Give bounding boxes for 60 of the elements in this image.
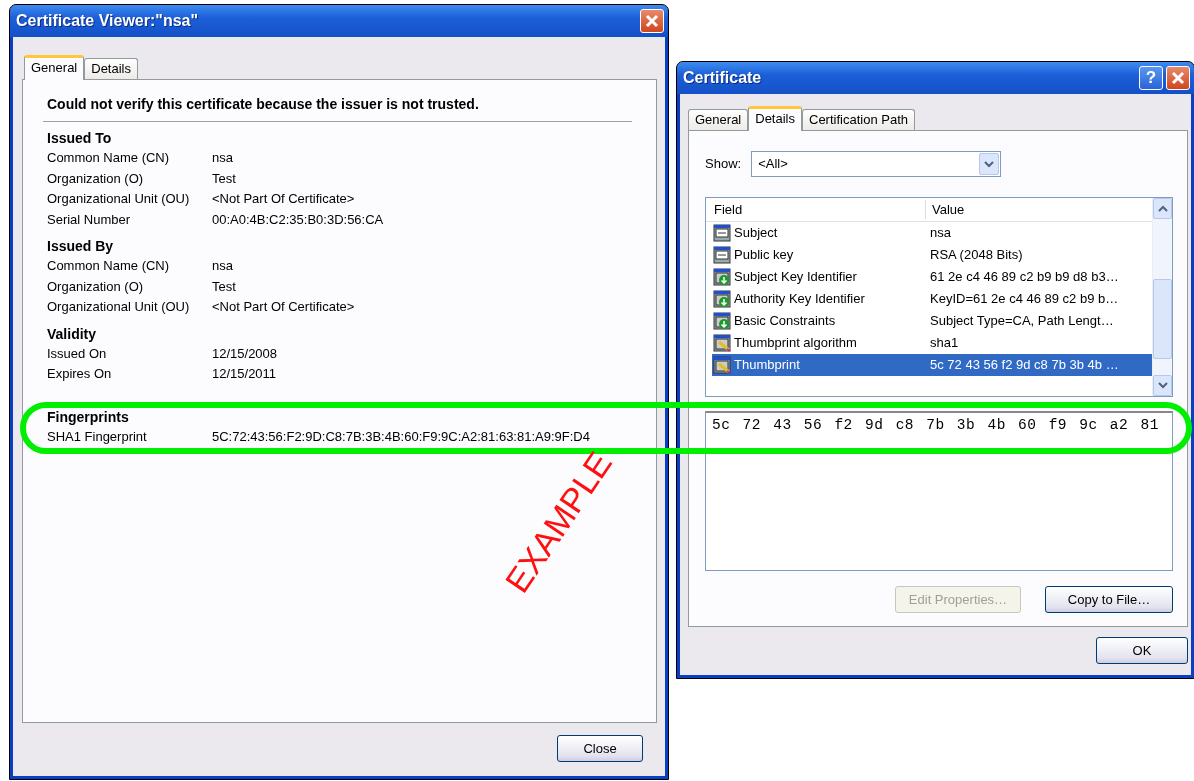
close-icon bbox=[645, 14, 659, 28]
close-button[interactable] bbox=[1166, 66, 1190, 90]
field-value: <Not Part Of Certificate> bbox=[212, 298, 355, 316]
list-row[interactable]: Thumbprint 5c 72 43 56 f2 9d c8 7b 3b 4b … bbox=[712, 354, 1152, 376]
chevron-up-icon bbox=[1157, 205, 1168, 212]
section-heading: Fingerprints bbox=[47, 407, 130, 427]
tab[interactable]: Details bbox=[748, 106, 802, 131]
field-label: Common Name (CN) bbox=[47, 257, 171, 275]
field-value: Test bbox=[212, 277, 236, 296]
field-value: 12/15/2011 bbox=[212, 365, 277, 383]
close-icon bbox=[1171, 71, 1185, 85]
value-text-box[interactable]: 5c 72 43 56 f2 9d c8 7b 3b 4b 60 f9 9c a2 81 bbox=[705, 411, 1173, 571]
column-header[interactable]: Field bbox=[706, 199, 926, 220]
list-row[interactable]: Public key RSA (2048 Bits) bbox=[712, 244, 1152, 266]
copy-to-file-button[interactable]: Copy to File… bbox=[1045, 586, 1173, 613]
show-dropdown[interactable]: <All> bbox=[751, 151, 1002, 177]
field-value: 00:A0:4B:C2:35:B0:3D:56:CA bbox=[212, 210, 384, 229]
tab[interactable]: General bbox=[688, 109, 749, 130]
section-heading: Validity bbox=[47, 324, 98, 344]
field-label: Common Name (CN) bbox=[47, 149, 171, 167]
field-label: Expires On bbox=[47, 365, 113, 383]
chevron-down-icon bbox=[1157, 382, 1168, 389]
list-row[interactable]: Basic Constraints Subject Type=CA, Path Lengt… bbox=[712, 310, 1152, 332]
section-heading: Issued By bbox=[47, 237, 115, 256]
scrollbar[interactable] bbox=[1152, 198, 1172, 396]
help-button[interactable]: ? bbox=[1139, 66, 1163, 90]
section-heading: Issued To bbox=[47, 129, 113, 148]
column-header[interactable]: Value bbox=[926, 199, 965, 220]
field-value: nsa bbox=[212, 149, 233, 167]
field-value: Test bbox=[212, 169, 236, 188]
ok-button[interactable]: OK bbox=[1096, 637, 1188, 664]
pen-icon bbox=[712, 355, 732, 375]
certificate-field-icon bbox=[712, 245, 732, 265]
chevron-down-icon bbox=[984, 160, 995, 168]
field-value: nsa bbox=[212, 257, 233, 275]
list-row[interactable]: Subject Key Identifier 61 2e c4 46 89 c2 b9 b9 d8 b3… bbox=[712, 266, 1152, 288]
field-label: SHA1 Fingerprint bbox=[47, 427, 148, 446]
field-label: Issued On bbox=[47, 344, 108, 363]
field-label: Organizational Unit (OU) bbox=[47, 298, 191, 316]
field-value: <Not Part Of Certificate> bbox=[212, 190, 355, 208]
field-value: 5C:72:43:56:F2:9D:C8:7B:3B:4B:60:F9:9C:A2:81:63:81:A9:9F:D4 bbox=[212, 427, 590, 446]
show-label: Show: bbox=[705, 155, 742, 174]
list-row[interactable]: Subject nsa bbox=[712, 222, 1152, 244]
pen-icon bbox=[712, 333, 732, 353]
field-label: Organization (O) bbox=[47, 169, 145, 188]
list-row[interactable]: Thumbprint algorithm sha1 bbox=[712, 332, 1152, 354]
field-value: 12/15/2008 bbox=[212, 344, 278, 363]
list-row[interactable]: Authority Key Identifier KeyID=61 2e c4 46 89 c2 b9 b… bbox=[712, 288, 1152, 310]
close-button[interactable] bbox=[640, 9, 664, 33]
field-label: Organization (O) bbox=[47, 277, 145, 296]
window-title: Certificate Viewer:"nsa" bbox=[16, 11, 200, 31]
warning-text: Could not verify this certificate because the issuer is not trusted. bbox=[43, 94, 632, 122]
certificate-field-icon bbox=[712, 223, 732, 243]
field-label: Serial Number bbox=[47, 210, 132, 229]
window-title: Certificate bbox=[683, 68, 763, 88]
tab[interactable]: Details bbox=[84, 58, 138, 79]
tab[interactable]: Certification Path bbox=[802, 109, 915, 130]
close-button[interactable]: Close bbox=[557, 735, 643, 762]
tab[interactable]: General bbox=[24, 55, 85, 80]
field-label: Organizational Unit (OU) bbox=[47, 190, 191, 208]
